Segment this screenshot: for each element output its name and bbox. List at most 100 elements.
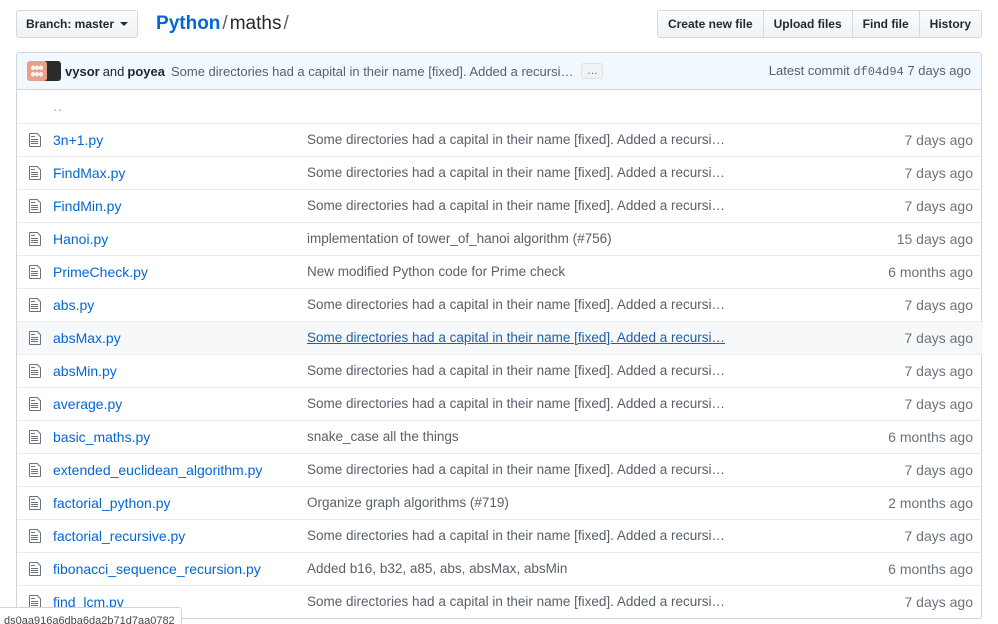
file-name-link[interactable]: Hanoi.py [53,231,287,247]
table-row[interactable]: absMin.py Some directories had a capital … [17,354,983,387]
commit-message-link[interactable]: Some directories had a capital in their … [307,528,837,543]
commit-message-cell: Some directories had a capital in their … [297,585,847,618]
file-name-link[interactable]: absMax.py [53,330,287,346]
file-name-link[interactable]: FindMax.py [53,165,287,181]
breadcrumb-repo-link[interactable]: Python [156,13,220,34]
file-icon-cell [17,123,43,156]
file-icon [27,429,33,445]
file-icon-cell [17,420,43,453]
file-name-link[interactable]: factorial_recursive.py [53,528,287,544]
commit-age-cell: 15 days ago [847,222,983,255]
file-name-cell: absMin.py [43,354,297,387]
file-icon [27,165,33,181]
commit-sha-link[interactable]: df04d94 [853,65,903,79]
commit-message-cell: Organize graph algorithms (#719) [297,486,847,519]
file-icon-cell [17,189,43,222]
commit-message-link[interactable]: Added b16, b32, a85, abs, absMax, absMin [307,561,837,576]
file-icon [27,198,33,214]
parent-dir-age-cell [847,90,983,123]
commit-author-secondary[interactable]: poyea [127,64,165,79]
table-row[interactable]: PrimeCheck.py New modified Python code fo… [17,255,983,288]
parent-directory-row[interactable]: .. [17,90,983,123]
commit-message-cell: Some directories had a capital in their … [297,354,847,387]
file-icon-cell [17,255,43,288]
create-new-file-button[interactable]: Create new file [658,11,764,37]
file-name-cell: Hanoi.py [43,222,297,255]
file-icon [27,297,33,313]
commit-message-cell: Some directories had a capital in their … [297,156,847,189]
commit-message-link[interactable]: New modified Python code for Prime check [307,264,837,279]
latest-commit-label: Latest commit [769,63,850,78]
commit-message-link[interactable]: Some directories had a capital in their … [307,330,837,345]
table-row[interactable]: FindMin.py Some directories had a capital… [17,189,983,222]
find-file-button[interactable]: Find file [853,11,920,37]
file-icon [27,495,33,511]
table-row[interactable]: absMax.py Some directories had a capital … [17,321,983,354]
file-name-link[interactable]: average.py [53,396,287,412]
parent-dir-name-cell: .. [43,90,297,123]
table-row[interactable]: fibonacci_sequence_recursion.py Added b16… [17,552,983,585]
commit-message-link[interactable]: Organize graph algorithms (#719) [307,495,837,510]
commit-age-cell: 7 days ago [847,156,983,189]
parent-directory-link[interactable]: .. [53,98,63,114]
branch-selector-button[interactable]: Branch: master [16,10,138,38]
commit-message-link[interactable]: snake_case all the things [307,429,837,444]
file-name-link[interactable]: 3n+1.py [53,132,287,148]
commit-message-cell: New modified Python code for Prime check [297,255,847,288]
commit-message-link[interactable]: Some directories had a capital in their … [307,165,837,180]
avatar-vysor[interactable] [27,61,47,81]
file-name-link[interactable]: extended_euclidean_algorithm.py [53,462,287,478]
table-row[interactable]: 3n+1.py Some directories had a capital in… [17,123,983,156]
file-icon [27,132,33,148]
file-name-link[interactable]: absMin.py [53,363,287,379]
file-name-cell: basic_maths.py [43,420,297,453]
table-row[interactable]: FindMax.py Some directories had a capital… [17,156,983,189]
file-icon [27,264,33,280]
commit-message-link[interactable]: Some directories had a capital in their … [307,297,837,312]
upload-files-button[interactable]: Upload files [764,11,853,37]
file-icon-cell [17,222,43,255]
breadcrumb-separator-1: / [222,13,227,34]
commit-message-link[interactable]: Some directories had a capital in their … [307,132,837,147]
commit-message-link[interactable]: Some directories had a capital in their … [307,198,837,213]
file-name-cell: factorial_python.py [43,486,297,519]
file-icon [27,231,33,247]
table-row[interactable]: basic_maths.pysnake_case all the things6… [17,420,983,453]
latest-commit-meta: Latest commit df04d94 7 days ago [769,63,971,79]
file-name-cell: factorial_recursive.py [43,519,297,552]
file-name-link[interactable]: factorial_python.py [53,495,287,511]
table-row[interactable]: factorial_recursive.py Some directories h… [17,519,983,552]
table-row[interactable]: Hanoi.py implementation of tower_of_hanoi… [17,222,983,255]
commit-message-cell: Some directories had a capital in their … [297,123,847,156]
file-name-link[interactable]: fibonacci_sequence_recursion.py [53,561,287,577]
file-table-body: .. 3n+1.py Some directories had a capital… [17,90,983,618]
commit-message-cell: Some directories had a capital in their … [297,387,847,420]
table-row[interactable]: factorial_python.py Organize graph algori… [17,486,983,519]
commit-message-cell: Added b16, b32, a85, abs, absMax, absMin [297,552,847,585]
latest-commit-header: vysor and poyea Some directories had a c… [17,53,981,90]
commit-message-link[interactable]: implementation of tower_of_hanoi algorit… [307,231,837,246]
table-row[interactable]: abs.py Some directories had a capital in … [17,288,983,321]
file-icon-cell [17,453,43,486]
table-row[interactable]: average.py Some directories had a capital… [17,387,983,420]
file-icon-cell [17,354,43,387]
repo-action-button-group: Create new file Upload files Find file H… [657,10,982,38]
table-row[interactable]: extended_euclidean_algorithm.py Some dire… [17,453,983,486]
commit-message-link[interactable]: Some directories had a capital in their … [307,396,837,411]
file-icon-cell [17,519,43,552]
commit-author-primary[interactable]: vysor [65,64,100,79]
history-button[interactable]: History [920,11,981,37]
commit-message-link[interactable]: Some directories had a capital in their … [307,594,837,609]
file-name-link[interactable]: PrimeCheck.py [53,264,287,280]
file-name-cell: extended_euclidean_algorithm.py [43,453,297,486]
file-name-link[interactable]: FindMin.py [53,198,287,214]
file-listing-box: vysor and poyea Some directories had a c… [16,52,982,619]
file-name-link[interactable]: basic_maths.py [53,429,287,445]
expand-commit-message-button[interactable]: … [581,63,603,79]
commit-age-cell: 7 days ago [847,519,983,552]
commit-message-link[interactable]: Some directories had a capital in their … [307,363,837,378]
commit-message-link[interactable]: Some directories had a capital in their … [307,462,837,477]
parent-dir-message-cell [297,90,847,123]
file-name-link[interactable]: abs.py [53,297,287,313]
latest-commit-message[interactable]: Some directories had a capital in their … [171,64,574,79]
